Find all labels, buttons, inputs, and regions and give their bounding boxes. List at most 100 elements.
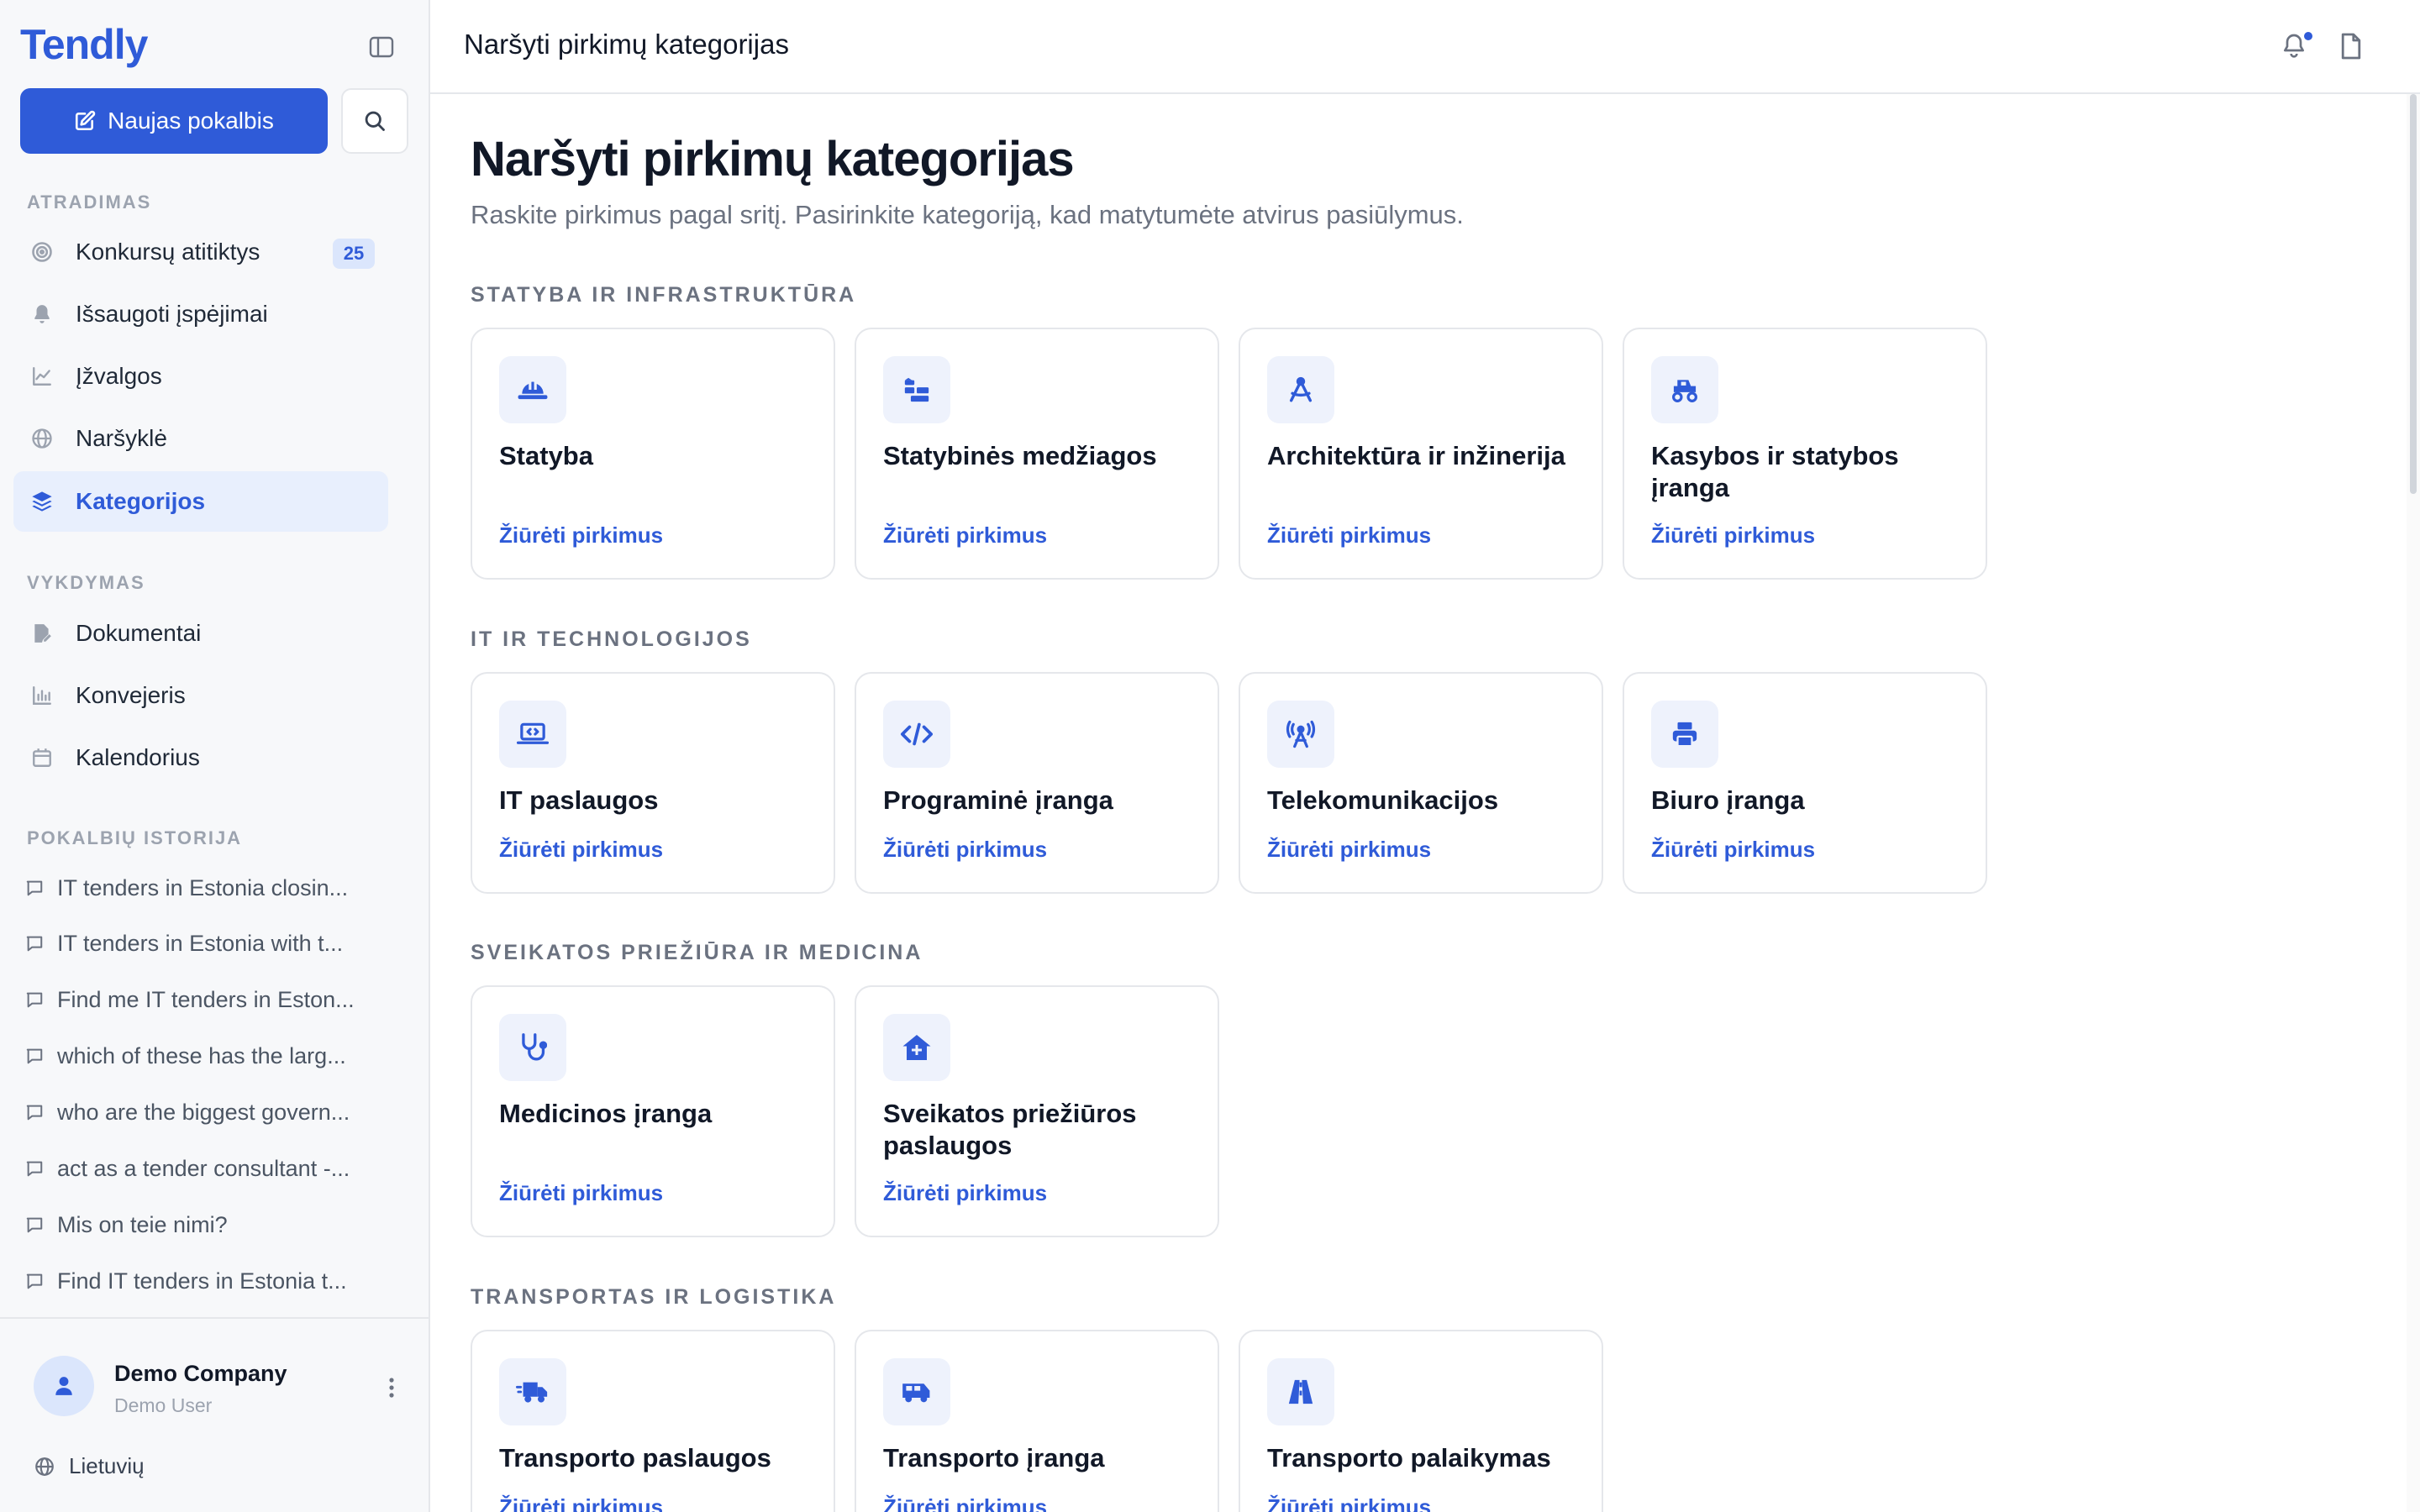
view-tenders-link[interactable]: Žiūrėti pirkimus [499, 837, 663, 863]
user-menu-button[interactable] [381, 1371, 402, 1404]
sidebar-item-browser[interactable]: Naršyklė [13, 408, 388, 469]
history-item-label: Mis on teie nimi? [57, 1211, 228, 1237]
chat-bubble-icon [26, 1048, 43, 1064]
document-icon [2341, 33, 2361, 60]
category-card-office-equipment[interactable]: Biuro įranga Žiūrėti pirkimus [1623, 672, 1987, 894]
laptop-code-icon [499, 701, 566, 768]
sidebar-toggle-icon [369, 36, 394, 58]
language-label: Lietuvių [69, 1453, 145, 1478]
category-card-title: Transporto paslaugos [499, 1443, 771, 1473]
view-tenders-link[interactable]: Žiūrėti pirkimus [499, 522, 663, 549]
chat-bubble-icon [26, 992, 43, 1008]
sidebar-item-documents[interactable]: Dokumentai [13, 603, 388, 664]
line-chart-icon [29, 363, 55, 390]
sidebar-item-insights[interactable]: Įžvalgos [13, 346, 388, 407]
sidebar-item-label: Konvejeris [76, 682, 186, 708]
sidebar-item-label: Įžvalgos [76, 363, 162, 389]
category-card-transport-equipment[interactable]: Transporto įranga Žiūrėti pirkimus [855, 1330, 1219, 1512]
sidebar-item-calendar[interactable]: Kalendorius [13, 727, 388, 788]
main-content: Naršyti pirkimų kategorijas Naršyti pirk… [430, 0, 2420, 1512]
category-card-building-materials[interactable]: Statybinės medžiagos Žiūrėti pirkimus [855, 328, 1219, 580]
view-tenders-link[interactable]: Žiūrėti pirkimus [1267, 1494, 1431, 1512]
sidebar-item-tender-matches[interactable]: Konkursų atitiktys 25 [13, 222, 388, 282]
view-tenders-link[interactable]: Žiūrėti pirkimus [499, 1180, 663, 1206]
history-item[interactable]: Find me IT tenders in Eston... [25, 976, 378, 1023]
chat-bubble-icon [26, 936, 43, 952]
scrollbar[interactable] [2407, 94, 2420, 1512]
category-card-mining-equipment[interactable]: Kasybos ir statybos įranga Žiūrėti pirki… [1623, 328, 1987, 580]
page-title: Naršyti pirkimų kategorijas [471, 132, 1075, 186]
search-button[interactable] [341, 88, 408, 154]
sidebar-item-categories[interactable]: Kategorijos [13, 471, 388, 532]
category-card-transport-services[interactable]: Transporto paslaugos Žiūrėti pirkimus [471, 1330, 835, 1512]
brand-logo[interactable]: Tendly [20, 20, 148, 69]
user-profile: Demo Company Demo User Lietuvių [0, 1317, 429, 1512]
layers-icon [29, 488, 55, 515]
category-card-title: IT paslaugos [499, 785, 659, 815]
category-card-medical-equipment[interactable]: Medicinos įranga Žiūrėti pirkimus [471, 985, 835, 1237]
new-chat-button[interactable]: Naujas pokalbis [20, 88, 328, 154]
view-tenders-link[interactable]: Žiūrėti pirkimus [1267, 837, 1431, 863]
category-card-healthcare-services[interactable]: Sveikatos priežiūros paslaugos Žiūrėti p… [855, 985, 1219, 1237]
category-card-title: Transporto įranga [883, 1443, 1105, 1473]
excavator-icon [1651, 356, 1718, 423]
code-icon [883, 701, 950, 768]
category-card-title: Transporto palaikymas [1267, 1443, 1551, 1473]
view-tenders-link[interactable]: Žiūrėti pirkimus [883, 837, 1047, 863]
view-tenders-link[interactable]: Žiūrėti pirkimus [883, 522, 1047, 549]
view-tenders-link[interactable]: Žiūrėti pirkimus [1651, 522, 1815, 549]
category-card-telecommunications[interactable]: Telekomunikacijos Žiūrėti pirkimus [1239, 672, 1603, 894]
search-icon [365, 111, 385, 131]
printer-icon [1651, 701, 1718, 768]
history-item[interactable]: who are the biggest govern... [25, 1089, 378, 1136]
notification-dot [2302, 30, 2314, 42]
history-item[interactable]: act as a tender consultant -... [25, 1145, 378, 1192]
sidebar-item-pipeline[interactable]: Konvejeris [13, 665, 388, 726]
globe-icon [29, 425, 55, 452]
view-tenders-link[interactable]: Žiūrėti pirkimus [883, 1180, 1047, 1206]
scrollbar-thumb[interactable] [2410, 94, 2417, 494]
sidebar-item-label: Išsaugoti įspėjimai [76, 301, 268, 327]
avatar[interactable] [34, 1356, 94, 1416]
sidebar-item-saved-alerts[interactable]: Išsaugoti įspėjimai [13, 284, 388, 344]
compass-drafting-icon [1267, 356, 1334, 423]
view-tenders-link[interactable]: Žiūrėti pirkimus [1267, 522, 1431, 549]
history-item[interactable]: IT tenders in Estonia with t... [25, 920, 378, 967]
category-card-architecture[interactable]: Architektūra ir inžinerija Žiūrėti pirki… [1239, 328, 1603, 580]
category-card-title: Programinė įranga [883, 785, 1113, 815]
view-tenders-link[interactable]: Žiūrėti pirkimus [499, 1494, 663, 1512]
section-label-discovery: ATRADIMAS [27, 192, 152, 213]
history-item[interactable]: which of these has the larg... [25, 1032, 378, 1079]
notifications-button[interactable] [2281, 30, 2314, 64]
new-chat-label: Naujas pokalbis [108, 108, 274, 134]
category-card-construction[interactable]: Statyba Žiūrėti pirkimus [471, 328, 835, 580]
sidebar-item-label: Naršyklė [76, 425, 167, 451]
category-card-software[interactable]: Programinė įranga Žiūrėti pirkimus [855, 672, 1219, 894]
tower-broadcast-icon [1267, 701, 1334, 768]
category-card-title: Medicinos įranga [499, 1099, 713, 1128]
sidebar-toggle-button[interactable] [365, 32, 398, 62]
bricks-icon [883, 356, 950, 423]
history-item[interactable]: Find IT tenders in Estonia t... [25, 1257, 378, 1305]
history-item[interactable]: IT tenders in Estonia closin... [25, 864, 378, 911]
top-bar: Naršyti pirkimų kategorijas [430, 0, 2420, 94]
road-icon [1267, 1358, 1334, 1425]
chat-bubble-icon [26, 1273, 43, 1289]
document-button[interactable] [2339, 32, 2366, 62]
van-icon [883, 1358, 950, 1425]
truck-fast-icon [499, 1358, 566, 1425]
history-item-label: act as a tender consultant -... [57, 1155, 350, 1181]
category-card-title: Kasybos ir statybos įranga [1651, 441, 1899, 502]
target-icon [29, 239, 55, 265]
section-label-execution: VYKDYMAS [27, 572, 145, 593]
category-card-transport-maintenance[interactable]: Transporto palaikymas Žiūrėti pirkimus [1239, 1330, 1603, 1512]
category-card-it-services[interactable]: IT paslaugos Žiūrėti pirkimus [471, 672, 835, 894]
view-tenders-link[interactable]: Žiūrėti pirkimus [1651, 837, 1815, 863]
user-role: Demo User [114, 1394, 213, 1416]
page-subtitle: Raskite pirkimus pagal sritį. Pasirinkit… [471, 200, 1464, 229]
language-selector[interactable]: Lietuvių [34, 1453, 145, 1479]
history-item[interactable]: Mis on teie nimi? [25, 1201, 378, 1248]
sidebar-item-label: Konkursų atitiktys [76, 239, 260, 265]
view-tenders-link[interactable]: Žiūrėti pirkimus [883, 1494, 1047, 1512]
chat-bubble-icon [26, 1105, 43, 1121]
